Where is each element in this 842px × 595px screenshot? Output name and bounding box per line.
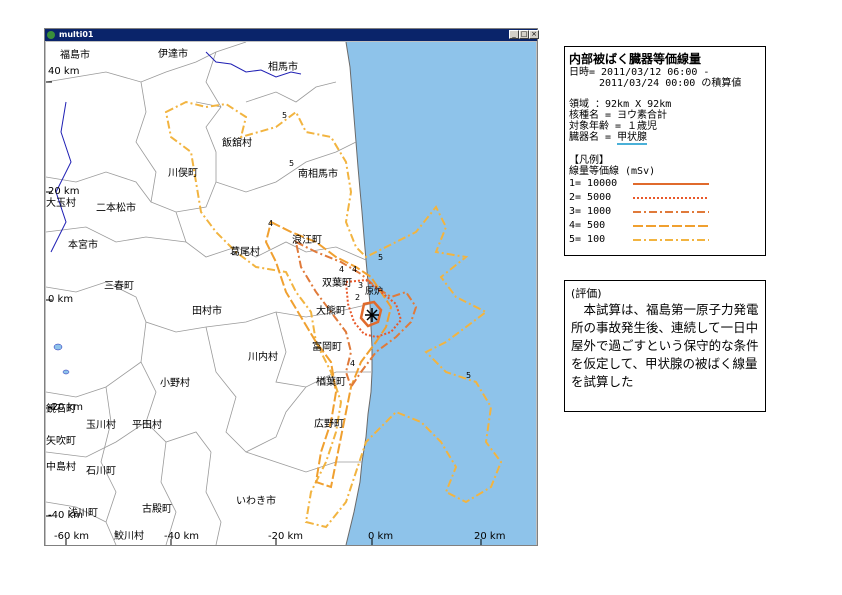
legend-region: 領域 ：92km X 92km [569,99,672,110]
place-miharu: 三春町 [104,281,134,292]
place-namie: 浪江町 [292,235,322,246]
legend-age: 対象年齢 = １歳児 [569,121,658,132]
legend-nuclide: 核種名 = ヨウ素合計 [569,110,668,121]
plant-label: 原炉 [365,287,384,297]
map-canvas[interactable]: 福島市 伊達市 相馬市 飯舘村 南相馬市 川俣町 二本松市 大玉村 本宮市 葛尾… [46,42,536,545]
contour-label: 5 [378,253,384,262]
map-svg [46,42,536,545]
contour-label: 3 [358,281,364,290]
place-ishikawa: 石川町 [86,466,116,477]
place-minamisoma: 南相馬市 [298,169,338,180]
place-nihonmatsu: 二本松市 [96,203,136,214]
legend-date-line2: 2011/03/24 00:00 の積算値 [599,78,742,89]
axis-x-20: 20 km [474,531,506,542]
legend-item-swatch [633,211,709,213]
place-katsurao: 葛尾村 [230,247,260,258]
contour-label: 4 [339,265,345,274]
place-kawamata: 川俣町 [168,168,198,179]
evaluation-body: 本試算は、福島第一原子力発電所の事故発生後、連続して一日中屋外で過ごすという保守… [571,302,759,389]
axis-y-20: 20 km [48,186,80,197]
window-titlebar: multi01 _ □ × [45,29,539,41]
contour-label: 4 [352,265,358,274]
rivers [50,51,302,253]
place-iitate: 飯舘村 [222,138,252,149]
legend-organ: 臓器名 = 甲状腺 [569,132,648,145]
evaluation-heading: (評価) [571,287,602,300]
axis-y-0: 0 km [48,294,74,305]
axis-y-neg20: -20 km [48,402,84,413]
place-samegawa: 鮫川村 [114,531,144,542]
axis-x-neg20: -20 km [268,531,304,542]
place-motomiya: 本宮市 [68,240,98,251]
place-tamura: 田村市 [192,306,222,317]
window-title: multi01 [59,30,94,39]
legend-item-label: 1= 10000 [569,178,618,189]
legend-item-swatch [633,183,709,185]
plant-marker [365,308,379,322]
legend-item-swatch [633,225,709,227]
map-window: multi01 _ □ × 福島市 伊達市 相馬市 飯舘村 南相馬市 川俣町 二… [44,28,539,546]
lakes [53,343,70,375]
place-okuma: 大熊町 [316,306,346,317]
place-naraha: 楢葉町 [316,377,346,388]
legend-item-swatch [633,239,709,241]
minimize-icon[interactable]: _ [509,30,519,39]
contour-label: 4 [268,219,274,228]
contour-label: 5 [289,159,295,168]
contour-label: 5 [466,371,472,380]
axis-x-neg60: -60 km [54,531,90,542]
legend-item-label: 3= 1000 [569,206,612,217]
legend-heading: 【凡例】 [569,155,609,166]
place-iwaki: いわき市 [236,496,276,507]
axis-x-neg40: -40 km [164,531,200,542]
legend-item-label: 5= 100 [569,234,606,245]
app-icon [47,31,55,39]
place-yabuki: 矢吹町 [46,436,76,447]
contour-label: 4 [350,359,356,368]
legend-unit: 線量等価線 (mSv) [569,166,656,177]
legend-organ-label: 臓器名 = [569,132,618,143]
place-kawauchi: 川内村 [248,352,278,363]
place-tamakawa: 玉川村 [86,420,116,431]
place-futaba: 双葉町 [322,278,352,289]
place-date: 伊達市 [158,49,188,60]
legend-item-swatch [633,197,709,199]
contour-label: 5 [282,111,288,120]
place-hirata: 平田村 [132,420,162,431]
place-fukushima: 福島市 [60,50,90,61]
evaluation-panel: (評価) 本試算は、福島第一原子力発電所の事故発生後、連続して一日中屋外で過ごす… [564,280,766,412]
place-ono: 小野村 [160,378,190,389]
place-soma: 相馬市 [268,62,298,73]
legend-panel: 内部被ばく臓器等価線量 日時= 2011/03/12 06:00 - 2011/… [564,46,766,256]
legend-title: 内部被ばく臓器等価線量 [569,52,702,66]
axis-y-40: 40 km [48,66,80,77]
place-hirono: 広野町 [314,419,344,430]
axis-y-neg40: -40 km [48,510,84,521]
place-nakajima: 中島村 [46,462,76,473]
place-otama: 大玉村 [46,198,76,209]
close-icon[interactable]: × [529,30,539,39]
legend-date-line1: 日時= 2011/03/12 06:00 - [569,67,710,78]
legend-organ-value: 甲状腺 [617,132,648,145]
axis-x-0: 0 km [368,531,394,542]
place-furudono: 古殿町 [142,504,172,515]
place-tomioka: 富岡町 [312,342,342,353]
contour-label: 2 [355,293,361,302]
legend-item-label: 4= 500 [569,220,606,231]
maximize-icon[interactable]: □ [519,30,529,39]
legend-item-label: 2= 5000 [569,192,612,203]
